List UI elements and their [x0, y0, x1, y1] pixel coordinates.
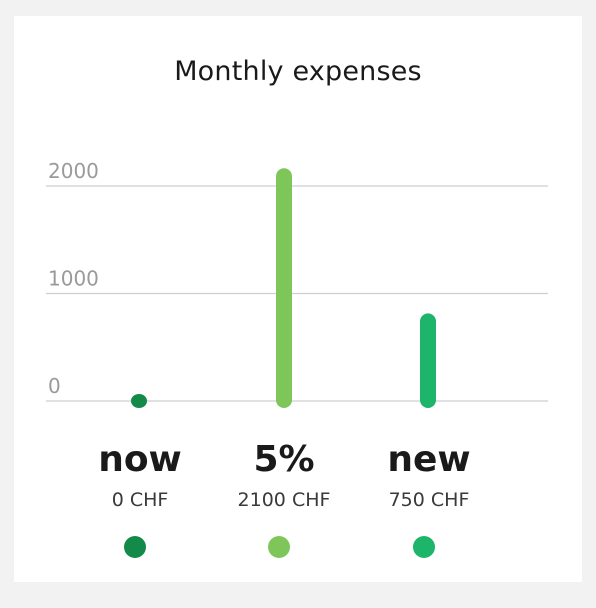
category-label: 5%	[253, 439, 315, 480]
category-label: new	[387, 439, 471, 480]
legend-dot-5pct	[268, 536, 290, 558]
category-new: new 750 CHF	[349, 440, 509, 512]
bar-now	[131, 394, 147, 408]
y-tick-label: 0	[48, 374, 61, 398]
category-now: now 0 CHF	[60, 440, 220, 512]
category-amount: 0 CHF	[111, 489, 169, 511]
category-amount: 750 CHF	[388, 489, 470, 511]
category-amount: 2100 CHF	[237, 489, 331, 511]
y-tick-label: 2000	[48, 159, 99, 183]
category-label: now	[98, 439, 182, 480]
category-5pct: 5% 2100 CHF	[204, 440, 364, 512]
y-tick-label: 1000	[48, 267, 99, 291]
legend-dot-new	[413, 536, 435, 558]
chart-plot: 0 1000 2000	[46, 159, 548, 408]
bar-pct5	[276, 168, 292, 408]
legend-dot-now	[124, 536, 146, 558]
bar-new	[420, 313, 436, 408]
